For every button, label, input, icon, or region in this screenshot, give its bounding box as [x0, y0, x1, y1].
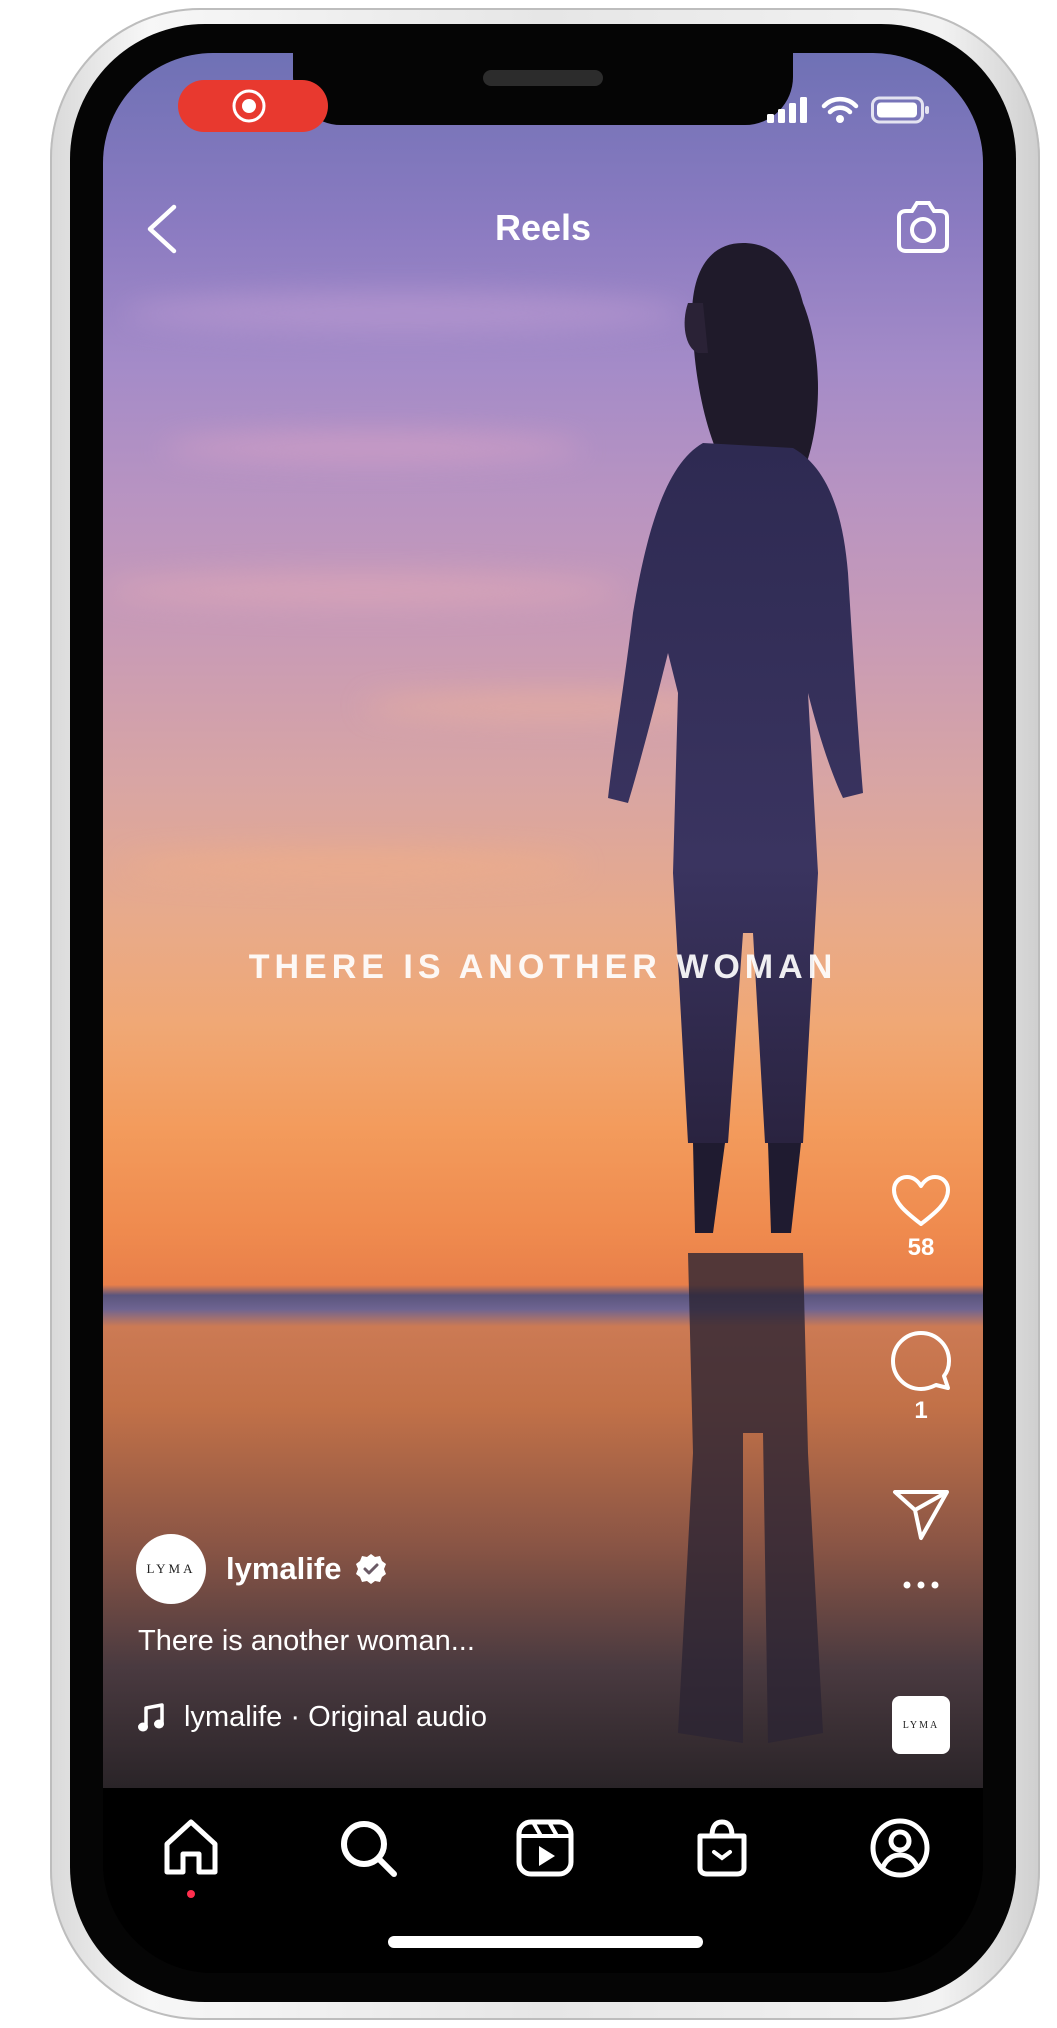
- post-author[interactable]: LYMA lymalife: [136, 1533, 387, 1605]
- comment-button[interactable]: 1: [881, 1330, 961, 1425]
- verified-badge-icon: [356, 1554, 387, 1584]
- share-button[interactable]: [881, 1488, 961, 1547]
- home-indicator[interactable]: [388, 1936, 703, 1948]
- signal-icon: [767, 97, 807, 123]
- like-button[interactable]: 58: [881, 1173, 961, 1262]
- speaker: [483, 70, 603, 86]
- page-title: Reels: [494, 207, 592, 248]
- shop-icon: [697, 1819, 747, 1877]
- camera-icon[interactable]: [893, 197, 953, 257]
- more-options-button[interactable]: [881, 1577, 961, 1595]
- reel-video[interactable]: [103, 53, 983, 1788]
- reels-header: Reels: [103, 193, 983, 273]
- nav-reels[interactable]: [513, 1816, 577, 1880]
- nav-home[interactable]: [159, 1816, 223, 1898]
- heart-icon: [892, 1175, 950, 1226]
- nav-shop[interactable]: [690, 1816, 754, 1880]
- video-overlay-text: THERE IS ANOTHER WOMAN: [248, 948, 838, 986]
- post-caption[interactable]: There is another woman...: [138, 1625, 475, 1658]
- audio-thumbnail[interactable]: LYMA: [892, 1696, 950, 1754]
- more-icon: [903, 1581, 939, 1589]
- audio-label: lymalife · Original audio: [184, 1701, 488, 1733]
- screen-recording-indicator[interactable]: [178, 80, 328, 132]
- wifi-icon: [821, 96, 859, 123]
- music-note-icon: [138, 1702, 164, 1731]
- nav-search[interactable]: [336, 1816, 400, 1880]
- notification-dot: [187, 1890, 195, 1898]
- comment-count: 1: [914, 1397, 928, 1424]
- reels-icon: [516, 1819, 574, 1877]
- home-icon: [164, 1819, 218, 1875]
- like-count: 58: [907, 1234, 935, 1261]
- woman-silhouette: [608, 243, 863, 1743]
- phone-screen: Reels THERE IS ANOTHER WOMAN 58 1 LYMA l…: [103, 53, 983, 1973]
- send-icon: [893, 1490, 949, 1540]
- notch: [293, 53, 793, 125]
- profile-icon: [870, 1818, 930, 1878]
- status-icons: [767, 95, 931, 125]
- bottom-navigation: [103, 1788, 983, 1973]
- audio-link[interactable]: lymalife · Original audio: [138, 1701, 487, 1734]
- battery-icon: [871, 96, 929, 124]
- search-icon: [341, 1821, 397, 1877]
- nav-profile[interactable]: [868, 1816, 932, 1880]
- comment-icon: [891, 1331, 951, 1391]
- avatar[interactable]: LYMA: [136, 1534, 206, 1604]
- record-icon: [232, 89, 266, 123]
- username[interactable]: lymalife: [226, 1551, 341, 1587]
